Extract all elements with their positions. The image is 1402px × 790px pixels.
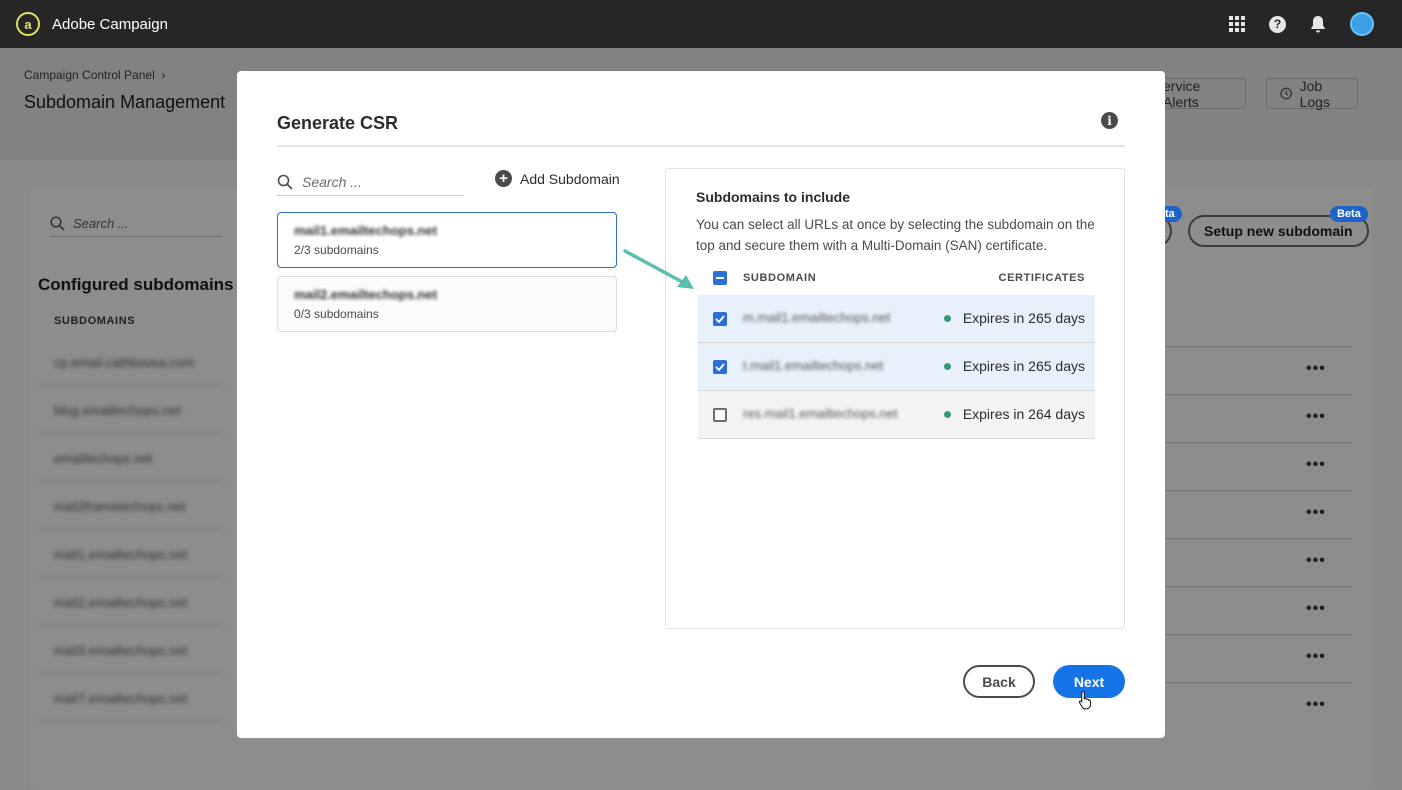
row-divider <box>1164 538 1352 539</box>
checkmark-icon <box>715 363 725 371</box>
app-title[interactable]: Adobe Campaign <box>52 16 168 33</box>
status-dot-icon <box>943 314 951 322</box>
table-row[interactable]: emailtechops.net <box>38 435 221 483</box>
add-circle-icon: + <box>495 170 512 187</box>
breadcrumb[interactable]: Campaign Control Panel › <box>24 68 165 82</box>
chevron-right-icon: › <box>161 68 166 82</box>
background-search-placeholder: Search ... <box>73 215 129 231</box>
page-title: Subdomain Management <box>24 92 226 112</box>
row-divider <box>1164 586 1352 587</box>
certificates-column-header: CERTIFICATES <box>998 272 1085 284</box>
domain-name: mail1.emailtechops.net <box>294 223 438 238</box>
table-row[interactable]: mail1.emailtechops.net <box>38 531 221 579</box>
expiry-text: Expires in 265 days <box>962 358 1085 374</box>
more-options-icon[interactable]: ••• <box>1306 504 1326 522</box>
row-divider <box>1164 634 1352 635</box>
panel-description: You can select all URLs at once by selec… <box>696 217 1095 253</box>
subdomains-column-header[interactable]: SUBDOMAINS <box>54 315 135 327</box>
annotation-arrow-icon <box>623 249 694 289</box>
top-bar: a Adobe Campaign ? <box>0 0 1402 48</box>
subdomain-table-header: SUBDOMAIN CERTIFICATES <box>698 267 1095 293</box>
more-options-icon[interactable]: ••• <box>1306 600 1326 618</box>
row-divider <box>1164 394 1352 395</box>
job-logs-label: Job Logs <box>1299 77 1330 110</box>
help-icon[interactable]: ? <box>1269 15 1286 33</box>
table-row[interactable]: mail2frametechops.net <box>38 483 221 531</box>
select-all-checkbox[interactable] <box>713 271 727 285</box>
subdomains-to-include-panel: Subdomains to include You can select all… <box>665 168 1125 629</box>
table-row[interactable]: mail3.emailtechops.net <box>38 627 221 675</box>
checkmark-icon <box>715 315 725 323</box>
expiry-text: Expires in 264 days <box>962 406 1085 422</box>
back-button[interactable]: Back <box>963 665 1035 698</box>
next-label: Next <box>1073 673 1105 690</box>
background-search-input[interactable]: Search ... <box>50 210 222 237</box>
more-options-icon[interactable]: ••• <box>1306 408 1326 426</box>
row-divider <box>1164 346 1352 347</box>
dialog-divider <box>277 145 1125 147</box>
generate-csr-dialog: Generate CSR i Search ... + Add Subdomai… <box>237 71 1165 738</box>
search-icon <box>277 174 293 190</box>
table-row[interactable]: blog.emailtechops.net <box>38 387 221 435</box>
breadcrumb-link[interactable]: Campaign Control Panel <box>24 68 155 82</box>
domain-card-mail1[interactable]: mail1.emailtechops.net 2/3 subdomains <box>277 212 617 268</box>
job-logs-button[interactable]: Job Logs <box>1266 77 1358 110</box>
setup-new-subdomain-label: Setup new subdomain <box>1204 223 1353 239</box>
domain-name: mail2.emailtechops.net <box>294 287 438 302</box>
search-icon <box>50 215 65 231</box>
configured-subdomains-title: Configured subdomains <box>38 275 234 294</box>
certificate-status: Expires in 265 days <box>943 310 1085 326</box>
subdomain-name: t.mail1.emailtechops.net <box>743 358 884 373</box>
row-divider <box>1164 682 1352 683</box>
more-options-icon[interactable]: ••• <box>1306 552 1326 570</box>
add-subdomain-button[interactable]: + Add Subdomain <box>495 170 620 187</box>
table-row[interactable]: t.mail1.emailtechops.net Expires in 265 … <box>698 343 1095 391</box>
bell-icon[interactable] <box>1310 15 1326 33</box>
more-options-icon[interactable]: ••• <box>1306 696 1326 714</box>
more-options-icon[interactable]: ••• <box>1306 648 1326 666</box>
dialog-title: Generate CSR <box>277 113 399 133</box>
status-dot-icon <box>943 362 951 370</box>
beta-badge: Beta <box>1330 206 1368 222</box>
subdomain-name: res.mail1.emailtechops.net <box>743 406 898 421</box>
subdomain-name: m.mail1.emailtechops.net <box>743 310 891 325</box>
table-row[interactable]: res.mail1.emailtechops.net Expires in 26… <box>698 391 1095 439</box>
adobe-campaign-logo-icon[interactable]: a <box>16 12 40 36</box>
apps-grid-icon[interactable] <box>1229 16 1245 32</box>
panel-title: Subdomains to include <box>696 189 851 205</box>
subdomain-count: 0/3 subdomains <box>294 307 379 321</box>
subdomain-column-header: SUBDOMAIN <box>743 272 817 284</box>
more-options-icon[interactable]: ••• <box>1306 456 1326 474</box>
add-subdomain-label: Add Subdomain <box>520 170 620 187</box>
table-row[interactable]: m.mail1.emailtechops.net Expires in 265 … <box>698 295 1095 343</box>
row-checkbox[interactable] <box>713 360 727 374</box>
row-divider <box>1164 442 1352 443</box>
service-alerts-label: ervice Alerts <box>1163 77 1201 110</box>
table-row[interactable]: mail2.emailtechops.net <box>38 579 221 627</box>
certificate-status: Expires in 264 days <box>943 406 1085 422</box>
row-divider <box>1164 490 1352 491</box>
expiry-text: Expires in 265 days <box>962 310 1085 326</box>
row-checkbox[interactable] <box>713 312 727 326</box>
info-icon[interactable]: i <box>1101 112 1118 129</box>
domain-search-input[interactable]: Search ... <box>277 168 464 196</box>
back-label: Back <box>982 673 1016 690</box>
subdomain-count: 2/3 subdomains <box>294 243 379 257</box>
top-bar-actions: ? <box>1229 12 1374 36</box>
hand-cursor-icon <box>1078 690 1091 710</box>
table-row[interactable]: mail7.emailtechops.net <box>38 675 221 723</box>
more-options-icon[interactable]: ••• <box>1306 360 1326 378</box>
domain-card-mail2[interactable]: mail2.emailtechops.net 0/3 subdomains <box>277 276 617 332</box>
avatar[interactable] <box>1350 12 1374 36</box>
certificate-status: Expires in 265 days <box>943 358 1085 374</box>
row-checkbox[interactable] <box>713 408 727 422</box>
status-dot-icon <box>943 410 951 418</box>
history-icon <box>1280 87 1293 100</box>
table-row[interactable]: cp.email.cathbovea.com <box>38 339 221 387</box>
search-placeholder: Search ... <box>302 173 362 190</box>
